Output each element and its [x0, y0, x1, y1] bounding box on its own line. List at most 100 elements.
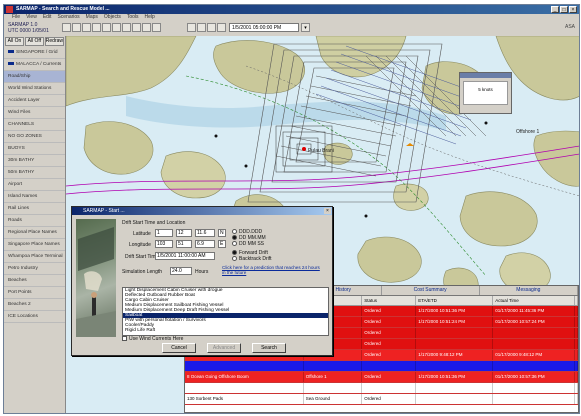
- layer-item[interactable]: ICE Locations: [4, 311, 65, 323]
- column-header[interactable]: ETA/ETD: [416, 296, 494, 305]
- object-type-list[interactable]: Light Displacement Cabin Cruiser with dr…: [122, 287, 329, 336]
- forward-icon[interactable]: [207, 23, 216, 32]
- column-header[interactable]: Ordered Time: [575, 296, 578, 305]
- sim-length-input[interactable]: 24.0: [170, 267, 192, 275]
- layer-item[interactable]: MALACCA / Currents: [4, 59, 65, 71]
- info-icon[interactable]: [152, 23, 161, 32]
- menu-tools[interactable]: Tools: [127, 14, 139, 21]
- layer-item[interactable]: Roads: [4, 215, 65, 227]
- menu-edit[interactable]: Edit: [43, 14, 52, 21]
- redraw-button[interactable]: Redraw: [44, 37, 65, 46]
- longitude-hemisphere[interactable]: E: [218, 240, 226, 248]
- minimize-button[interactable]: _: [551, 6, 559, 13]
- dialog-close-icon[interactable]: ×: [324, 208, 331, 214]
- layer-item[interactable]: Wind Files: [4, 107, 65, 119]
- menu-file[interactable]: File: [12, 14, 20, 21]
- layer-label: Wind Files: [8, 110, 31, 115]
- format-radio-ddd[interactable]: [232, 229, 237, 234]
- target-marker-icon[interactable]: [302, 147, 306, 151]
- layer-item[interactable]: Regional Place Names: [4, 227, 65, 239]
- menu-maps[interactable]: Maps: [86, 14, 98, 21]
- datetime-field[interactable]: 1/5/2001 05:00:00 PM: [229, 23, 299, 32]
- layer-item[interactable]: Road/Ship: [4, 71, 65, 83]
- tab-cost-summary[interactable]: Cost Summary: [382, 286, 480, 295]
- table-row[interactable]: [185, 383, 578, 394]
- table-cell: [493, 383, 575, 393]
- cancel-button[interactable]: Cancel: [162, 343, 196, 353]
- layer-item[interactable]: BUOYS: [4, 143, 65, 155]
- format-radio-ddmmss[interactable]: [232, 241, 237, 246]
- vessel-marker-icon[interactable]: [484, 121, 488, 125]
- save-icon[interactable]: [72, 23, 81, 32]
- layer-item[interactable]: Airport: [4, 179, 65, 191]
- open-icon[interactable]: [62, 23, 71, 32]
- datetime-dropdown-icon[interactable]: ▾: [301, 23, 310, 32]
- all-on-button[interactable]: All On: [5, 37, 24, 46]
- menu-scenarios[interactable]: Scenarios: [57, 14, 79, 21]
- layer-item[interactable]: CHANNELS: [4, 119, 65, 131]
- layer-item[interactable]: World Wind Stations: [4, 83, 65, 95]
- latitude-deg-input[interactable]: 1: [155, 229, 173, 237]
- stop-icon[interactable]: [217, 23, 226, 32]
- layer-item[interactable]: Beaches: [4, 275, 65, 287]
- advanced-button[interactable]: Advanced: [207, 343, 241, 353]
- latitude-min-input[interactable]: 12: [176, 229, 192, 237]
- buoy-marker-icon: [244, 164, 248, 168]
- zoom-in-icon[interactable]: [92, 23, 101, 32]
- format-radio-ddmm[interactable]: [232, 235, 237, 240]
- toolbar-right-label: ASA: [564, 24, 575, 30]
- longitude-deg-input[interactable]: 103: [155, 240, 173, 248]
- column-header[interactable]: Actual Time: [493, 296, 575, 305]
- layer-item[interactable]: Beaches 2: [4, 299, 65, 311]
- column-header[interactable]: Status: [362, 296, 417, 305]
- close-button[interactable]: ×: [569, 6, 577, 13]
- use-wind-checkbox[interactable]: [122, 336, 127, 341]
- maximize-button[interactable]: □: [560, 6, 568, 13]
- layer-item[interactable]: Singapore Place Names: [4, 239, 65, 251]
- table-cell: Offshore 1: [304, 372, 363, 382]
- use-wind-label: Use Wind Currents Here: [129, 336, 184, 342]
- start-time-input[interactable]: 1/5/2001 11:00:00 AM: [155, 252, 215, 260]
- backtrack-drift-radio[interactable]: [232, 256, 237, 261]
- table-row[interactable]: [185, 361, 578, 372]
- menu-help[interactable]: Help: [145, 14, 155, 21]
- rewind-icon[interactable]: [187, 23, 196, 32]
- layer-item[interactable]: Island Names: [4, 191, 65, 203]
- menu-objects[interactable]: Objects: [104, 14, 121, 21]
- table-cell: [416, 339, 494, 349]
- search-button[interactable]: Search: [252, 343, 286, 353]
- menu-view[interactable]: View: [26, 14, 37, 21]
- layer-label: 50m BATHY: [8, 170, 35, 175]
- layer-item[interactable]: Petro Industry: [4, 263, 65, 275]
- forward-drift-radio[interactable]: [232, 250, 237, 255]
- longitude-min-input[interactable]: 51: [176, 240, 192, 248]
- all-off-button[interactable]: All Off: [24, 37, 44, 46]
- longitude-sec-input[interactable]: 6.9: [195, 240, 215, 248]
- latitude-sec-input[interactable]: 11.6: [195, 229, 215, 237]
- layer-item[interactable]: 30m BATHY: [4, 155, 65, 167]
- latitude-hemisphere[interactable]: N: [218, 229, 226, 237]
- table-cell: [362, 383, 417, 393]
- layer-item[interactable]: SINGAPORE / Grid: [4, 47, 65, 59]
- print-icon[interactable]: [82, 23, 91, 32]
- pan-icon[interactable]: [112, 23, 121, 32]
- play-icon[interactable]: [197, 23, 206, 32]
- layer-item[interactable]: 50m BATHY: [4, 167, 65, 179]
- layer-icon[interactable]: [142, 23, 151, 32]
- table-cell: 1/17/2000 4:50:36 PM: [575, 306, 578, 316]
- measure-icon[interactable]: [132, 23, 141, 32]
- table-row[interactable]: 130 Sorbent Pads Sea Ground Ordered: [185, 394, 578, 405]
- layer-item[interactable]: Whampoa Place Terminal: [4, 251, 65, 263]
- layer-item[interactable]: Accident Layer: [4, 95, 65, 107]
- select-icon[interactable]: [122, 23, 131, 32]
- object-type-item[interactable]: Rigid Life Raft: [123, 328, 328, 333]
- layer-label: MALACCA / Currents: [16, 62, 62, 67]
- layer-item[interactable]: NO GO ZONES: [4, 131, 65, 143]
- layer-item[interactable]: Port Points: [4, 287, 65, 299]
- tab-messaging[interactable]: Messaging: [480, 286, 578, 295]
- table-cell: Ordered: [362, 339, 417, 349]
- layer-item[interactable]: Rail Lines: [4, 203, 65, 215]
- table-row[interactable]: 8 Ocean Going Offshore Boom Offshore 1 Ord…: [185, 372, 578, 383]
- prediction-hint-link[interactable]: Click here for a prediction that reaches…: [222, 265, 322, 275]
- zoom-out-icon[interactable]: [102, 23, 111, 32]
